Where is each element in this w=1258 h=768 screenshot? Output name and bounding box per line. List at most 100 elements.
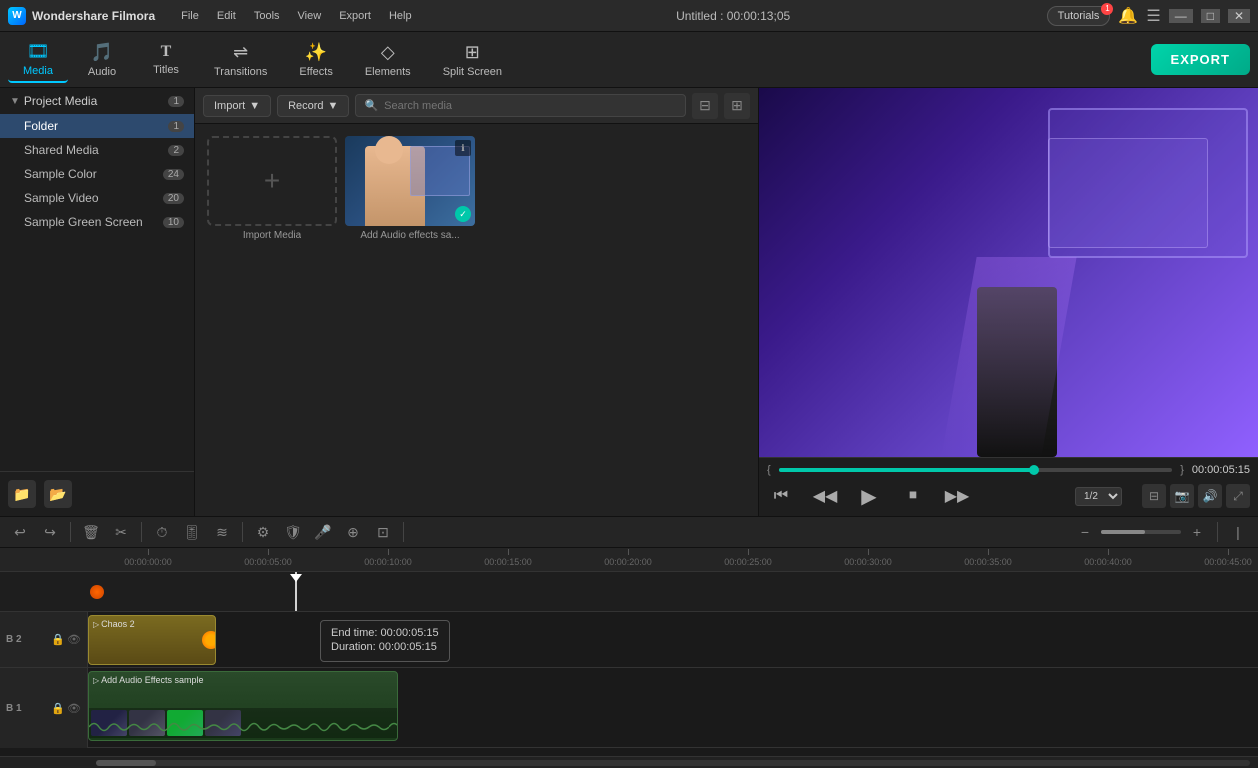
close-button[interactable]: ✕	[1228, 9, 1250, 23]
track-v1-lock-icon[interactable]: 🔒	[51, 702, 65, 715]
motion-track-button[interactable]: ⊕	[341, 520, 365, 544]
media-panel: Import ▼ Record ▼ 🔍 ⊟ ⊞ +	[195, 88, 758, 516]
menu-view[interactable]: View	[290, 8, 330, 24]
sidebar-item-sample-video[interactable]: Sample Video 20	[0, 186, 194, 210]
preview-controls: { } 00:00:05:15 ⏮ ◀◀ ▶ ⏹	[759, 457, 1258, 516]
step-back-button[interactable]: ⏮	[767, 482, 795, 510]
import-media-box[interactable]: +	[207, 136, 337, 226]
hamburger-icon[interactable]: ☰	[1146, 6, 1160, 26]
tool-transitions[interactable]: ⇌ Transitions	[200, 38, 281, 82]
search-box[interactable]: 🔍	[355, 94, 686, 117]
track-v2-eye-icon[interactable]: 👁	[67, 633, 81, 646]
horizontal-scroll-track[interactable]	[96, 760, 1250, 766]
export-button[interactable]: EXPORT	[1151, 44, 1250, 75]
ruler-mark-4: 00:00:20:00	[568, 549, 688, 567]
track-v1-content[interactable]: ▷ Add Audio Effects sample	[88, 668, 1258, 748]
media-toolbar: Import ▼ Record ▼ 🔍 ⊟ ⊞	[195, 88, 758, 124]
project-media-label: Project Media	[24, 94, 97, 108]
cut-button[interactable]: ✂	[109, 520, 133, 544]
tutorials-button[interactable]: Tutorials 1	[1047, 6, 1111, 26]
menu-tools[interactable]: Tools	[246, 8, 288, 24]
record-dropdown[interactable]: Record ▼	[277, 95, 349, 117]
track-v1-num: B 1	[6, 703, 22, 714]
track-v2-content[interactable]: ▷ Chaos 2 End time: 00:00:05:15 Duration…	[88, 612, 1258, 667]
fullscreen-icon: ⤢	[1233, 489, 1243, 504]
menu-file[interactable]: File	[173, 8, 207, 24]
zoom-track[interactable]	[1101, 530, 1181, 534]
delete-button[interactable]: 🗑	[79, 520, 103, 544]
tool-effects-label: Effects	[299, 66, 332, 78]
clip-v2-chaos[interactable]: ▷ Chaos 2	[88, 615, 216, 665]
stop-button[interactable]: ⏹	[899, 482, 927, 510]
protect-button[interactable]: 🛡	[281, 520, 305, 544]
tool-titles[interactable]: T Titles	[136, 39, 196, 80]
clip-play-position	[202, 631, 216, 649]
menu-help[interactable]: Help	[381, 8, 420, 24]
bracket-left: {	[767, 464, 771, 476]
split-screen-icon: ⊞	[465, 42, 480, 63]
audio-mix-button[interactable]: 🎚	[180, 520, 204, 544]
maximize-button[interactable]: □	[1201, 9, 1220, 23]
settings-button[interactable]: ⚙	[251, 520, 275, 544]
snapshot-button[interactable]: 📷	[1170, 484, 1194, 508]
project-media-header[interactable]: ▼ Project Media 1	[0, 88, 194, 114]
filter-icon-button[interactable]: ⊟	[692, 93, 718, 119]
tool-elements[interactable]: ◇ Elements	[351, 38, 425, 82]
main-area: ▼ Project Media 1 Folder 1 Shared Media …	[0, 88, 1258, 516]
snapshot-icon: 📷	[1175, 489, 1190, 503]
track-v2-lock-icon[interactable]: 🔒	[51, 633, 65, 646]
undo-button[interactable]: ↩	[8, 520, 32, 544]
notification-icon[interactable]: 🔔	[1118, 6, 1138, 26]
tool-media[interactable]: 🎞 Media	[8, 37, 68, 83]
new-folder-button[interactable]: 📁	[8, 480, 36, 508]
tool-effects[interactable]: ✨ Effects	[285, 38, 346, 82]
import-arrow-icon: ▼	[249, 100, 260, 112]
sidebar-item-sample-color[interactable]: Sample Color 24	[0, 162, 194, 186]
grid-view-button[interactable]: ⊞	[724, 93, 750, 119]
sidebar-item-sample-green[interactable]: Sample Green Screen 10	[0, 210, 194, 234]
play-button[interactable]: ▶	[855, 482, 883, 510]
duration-button[interactable]: ⏱	[150, 520, 174, 544]
import-plus-icon: +	[264, 165, 280, 197]
speed-button[interactable]: ≋	[210, 520, 234, 544]
preview-to-timeline-button[interactable]: ⊟	[1142, 484, 1166, 508]
preview-right-buttons: ⊟ 📷 🔊 ⤢	[1142, 484, 1250, 508]
quality-select[interactable]: 1/2 Full 1/4	[1075, 487, 1122, 506]
frame-fwd-button[interactable]: ▶▶	[943, 482, 971, 510]
voiceover-button[interactable]: 🎤	[311, 520, 335, 544]
menu-edit[interactable]: Edit	[209, 8, 244, 24]
sidebar-item-folder[interactable]: Folder 1	[0, 114, 194, 138]
search-input[interactable]	[384, 100, 677, 112]
project-media-count: 1	[168, 96, 184, 107]
track-v1-eye-icon[interactable]: 👁	[67, 702, 81, 715]
sample-video-count: 20	[163, 193, 184, 204]
sidebar-item-shared-media[interactable]: Shared Media 2	[0, 138, 194, 162]
progress-track[interactable]	[779, 468, 1173, 472]
right-toolbar-icon[interactable]: |	[1226, 520, 1250, 544]
fullscreen-button[interactable]: ⤢	[1226, 484, 1250, 508]
volume-button[interactable]: 🔊	[1198, 484, 1222, 508]
frame-back-button[interactable]: ◀◀	[811, 482, 839, 510]
ai-portrait-button[interactable]: ⊡	[371, 520, 395, 544]
shared-media-count: 2	[168, 145, 184, 156]
media-thumb-1[interactable]: ℹ ✓	[345, 136, 475, 226]
tool-audio[interactable]: 🎵 Audio	[72, 38, 132, 82]
horizontal-scroll-thumb[interactable]	[96, 760, 156, 766]
ai-portrait-icon: ⊡	[377, 524, 389, 541]
zoom-in-button[interactable]: +	[1185, 520, 1209, 544]
redo-button[interactable]: ↪	[38, 520, 62, 544]
clip-v1-audio-effects[interactable]: ▷ Add Audio Effects sample	[88, 671, 398, 741]
import-dropdown[interactable]: Import ▼	[203, 95, 271, 117]
folder-label: Folder	[24, 119, 58, 133]
tutorials-badge: 1	[1101, 3, 1113, 15]
add-folder-button[interactable]: 📂	[44, 480, 72, 508]
zoom-out-button[interactable]: −	[1073, 520, 1097, 544]
volume-icon: 🔊	[1203, 489, 1218, 503]
title-center: Untitled : 00:00:13;05	[676, 9, 790, 23]
menu-export[interactable]: Export	[331, 8, 379, 24]
minimize-button[interactable]: —	[1169, 9, 1193, 23]
sample-color-label: Sample Color	[24, 167, 97, 181]
tool-split-screen[interactable]: ⊞ Split Screen	[429, 38, 516, 82]
zoom-in-icon: +	[1193, 524, 1201, 540]
progress-thumb[interactable]	[1029, 465, 1039, 475]
